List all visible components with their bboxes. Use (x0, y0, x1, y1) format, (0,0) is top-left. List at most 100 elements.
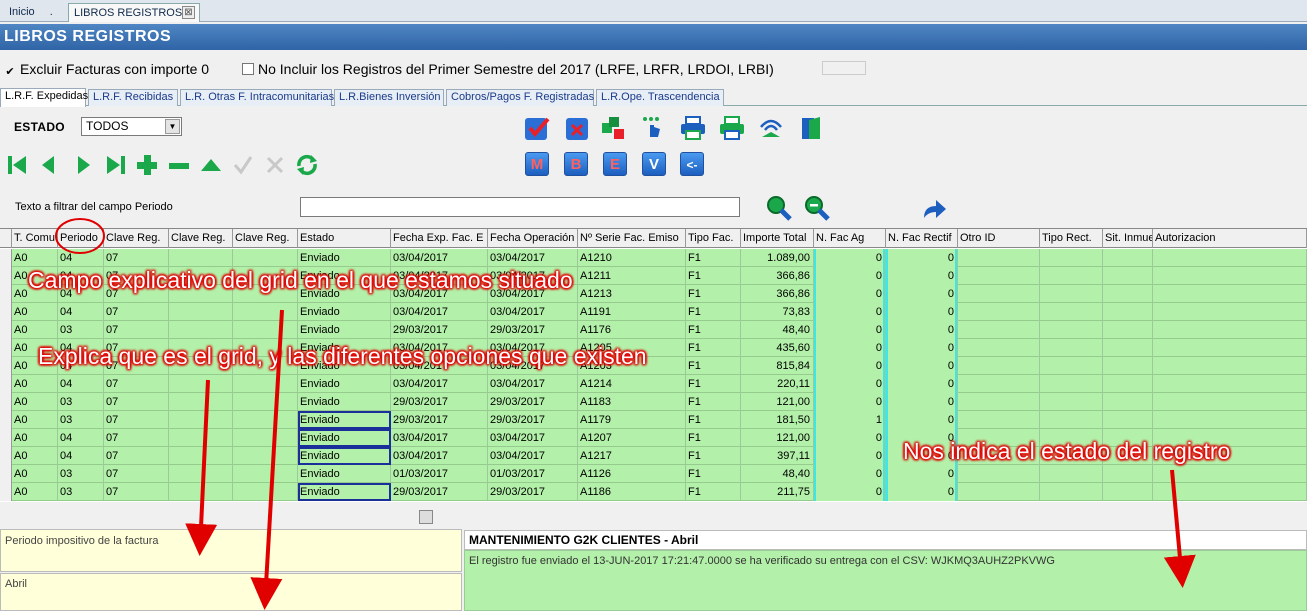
table-cell[interactable] (233, 465, 298, 483)
subtab-expedidas[interactable]: L.R.F. Expedidas (0, 88, 88, 107)
row-indicator[interactable] (0, 303, 12, 321)
table-cell[interactable]: A0 (12, 303, 58, 321)
search-icon[interactable] (765, 194, 792, 221)
table-cell[interactable]: A1186 (578, 483, 686, 501)
table-cell[interactable] (169, 321, 233, 339)
subtab-intracomunitarias[interactable]: L.R. Otras F. Intracomunitarias (180, 89, 334, 106)
column-header[interactable]: Clave Reg. (169, 229, 233, 248)
table-cell[interactable] (1153, 393, 1307, 411)
table-cell[interactable]: 07 (104, 303, 169, 321)
table-cell[interactable] (233, 429, 298, 447)
column-header[interactable]: Periodo (58, 229, 104, 248)
table-cell[interactable]: 03 (58, 483, 104, 501)
table-cell[interactable]: 03/04/2017 (391, 375, 488, 393)
table-cell[interactable] (958, 357, 1040, 375)
table-cell[interactable]: 29/03/2017 (391, 483, 488, 501)
table-cell[interactable] (1153, 339, 1307, 357)
table-row[interactable]: A0 03 07 Enviado 29/03/2017 29/03/2017 A1186 F1… (0, 483, 1307, 501)
table-cell[interactable]: A1211 (578, 267, 686, 285)
table-cell[interactable] (1040, 303, 1103, 321)
table-cell[interactable]: 1 (814, 411, 886, 429)
subtab-recibidas[interactable]: L.R.F. Recibidas (88, 89, 178, 106)
table-cell[interactable]: Enviado (298, 483, 391, 501)
table-cell[interactable]: Enviado (298, 249, 391, 267)
no-incluir-checkbox[interactable] (242, 63, 254, 75)
table-cell[interactable] (233, 411, 298, 429)
zoom-out-icon[interactable] (803, 194, 830, 221)
table-cell[interactable]: 0 (814, 339, 886, 357)
table-cell[interactable] (233, 447, 298, 465)
table-cell[interactable]: A1126 (578, 465, 686, 483)
table-cell[interactable]: 220,11 (741, 375, 814, 393)
table-cell[interactable]: 03/04/2017 (391, 429, 488, 447)
subtab-cobros-pagos[interactable]: Cobros/Pagos F. Registradas (446, 89, 594, 106)
column-header[interactable]: Fecha Operación (488, 229, 578, 248)
table-cell[interactable]: A1191 (578, 303, 686, 321)
column-header[interactable]: Tipo Rect. (1040, 229, 1103, 248)
table-cell[interactable] (233, 303, 298, 321)
cancel-x-icon[interactable] (564, 115, 590, 141)
no-incluir-option[interactable]: No Incluir los Registros del Primer Seme… (242, 60, 774, 78)
table-cell[interactable] (169, 303, 233, 321)
table-cell[interactable] (958, 321, 1040, 339)
table-cell[interactable]: 435,60 (741, 339, 814, 357)
table-cell[interactable]: Enviado (298, 465, 391, 483)
column-header[interactable]: N. Fac Ag (814, 229, 886, 248)
table-cell[interactable]: A1179 (578, 411, 686, 429)
table-cell[interactable] (1153, 303, 1307, 321)
table-cell[interactable]: F1 (686, 411, 741, 429)
table-cell[interactable]: 01/03/2017 (391, 465, 488, 483)
table-cell[interactable] (958, 339, 1040, 357)
table-cell[interactable]: 0 (886, 249, 958, 267)
table-cell[interactable] (1103, 249, 1153, 267)
table-cell[interactable]: 0 (814, 375, 886, 393)
table-cell[interactable] (1040, 411, 1103, 429)
table-cell[interactable]: 03 (58, 465, 104, 483)
first-record-icon[interactable] (4, 152, 30, 178)
table-cell[interactable]: 07 (104, 249, 169, 267)
table-cell[interactable]: 0 (814, 285, 886, 303)
table-cell[interactable]: 03/04/2017 (488, 303, 578, 321)
column-header[interactable]: Importe Total (741, 229, 814, 248)
row-indicator[interactable] (0, 375, 12, 393)
column-header[interactable]: Otro ID (958, 229, 1040, 248)
table-cell[interactable]: 0 (886, 465, 958, 483)
column-header[interactable]: Sit. Inmue (1103, 229, 1153, 248)
table-cell[interactable] (1153, 411, 1307, 429)
table-cell[interactable]: 0 (886, 393, 958, 411)
table-cell[interactable]: F1 (686, 285, 741, 303)
table-cell[interactable]: 03/04/2017 (488, 447, 578, 465)
row-indicator[interactable] (0, 393, 12, 411)
table-cell[interactable]: 0 (886, 483, 958, 501)
table-cell[interactable]: F1 (686, 393, 741, 411)
last-record-icon[interactable] (103, 152, 129, 178)
subtab-bienes-inversion[interactable]: L.R.Bienes Inversión (334, 89, 444, 106)
table-cell[interactable]: 121,00 (741, 429, 814, 447)
table-cell[interactable] (233, 483, 298, 501)
table-cell[interactable]: A1213 (578, 285, 686, 303)
table-row[interactable]: A0 04 07 Enviado 03/04/2017 03/04/2017 A1210 F1… (0, 249, 1307, 267)
table-cell[interactable] (1153, 465, 1307, 483)
row-indicator[interactable] (0, 483, 12, 501)
table-cell[interactable] (169, 465, 233, 483)
tab-libros-registros[interactable]: LIBROS REGISTROS ⊠ (68, 3, 200, 22)
table-cell[interactable]: 0 (814, 429, 886, 447)
column-header[interactable]: Autorizacion (1153, 229, 1307, 248)
table-cell[interactable] (233, 375, 298, 393)
table-cell[interactable]: 121,00 (741, 393, 814, 411)
table-cell[interactable] (233, 321, 298, 339)
table-cell[interactable]: Enviado (298, 447, 391, 465)
delete-record-icon[interactable] (166, 152, 192, 178)
table-cell[interactable]: F1 (686, 483, 741, 501)
table-cell[interactable]: 48,40 (741, 321, 814, 339)
table-cell[interactable] (1103, 465, 1153, 483)
next-record-icon[interactable] (70, 152, 96, 178)
table-row[interactable]: A0 04 07 Enviado 03/04/2017 03/04/2017 A1214 F1… (0, 375, 1307, 393)
table-cell[interactable]: 03 (58, 411, 104, 429)
table-cell[interactable]: 03/04/2017 (391, 249, 488, 267)
column-header[interactable]: N. Fac Rectif (886, 229, 958, 248)
table-cell[interactable]: 0 (886, 357, 958, 375)
table-cell[interactable]: 01/03/2017 (488, 465, 578, 483)
broadcast-send-icon[interactable] (758, 115, 784, 141)
column-header[interactable]: T. Comu (12, 229, 58, 248)
